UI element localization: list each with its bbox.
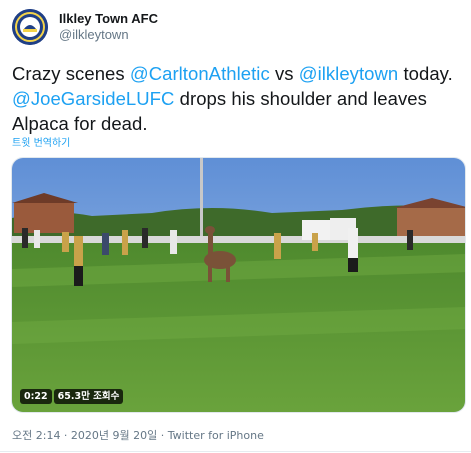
tweet-text: Crazy scenes @CarltonAthletic vs @ilkley… <box>12 61 462 136</box>
tweet-text-part: vs <box>269 63 299 84</box>
mention-link[interactable]: @CarltonAthletic <box>130 63 270 84</box>
video-view-count: 65.3만 조회수 <box>53 389 124 404</box>
video-badge: 0:22 65.3만 조회수 <box>20 389 124 404</box>
video-player[interactable]: 0:22 65.3만 조회수 <box>11 157 466 413</box>
divider <box>0 451 471 452</box>
tweet-header: Ilkley Town AFC @ilkleytown <box>12 9 452 45</box>
display-name[interactable]: Ilkley Town AFC <box>59 11 158 27</box>
tweet-text-part: Crazy scenes <box>12 63 130 84</box>
account-handle[interactable]: @ilkleytown <box>59 27 158 43</box>
video-duration: 0:22 <box>20 389 52 404</box>
tweet-text-part: today. <box>398 63 453 84</box>
translate-tweet-link[interactable]: 트윗 번역하기 <box>12 134 70 149</box>
mention-link[interactable]: @JoeGarsideLUFC <box>12 88 174 109</box>
video-frame <box>12 158 465 412</box>
club-crest-icon <box>12 9 48 45</box>
tweet-timestamp[interactable]: 오전 2:14 · 2020년 9월 20일 · Twitter for iPh… <box>12 427 264 443</box>
mention-link[interactable]: @ilkleytown <box>299 63 399 84</box>
avatar[interactable] <box>12 9 48 45</box>
